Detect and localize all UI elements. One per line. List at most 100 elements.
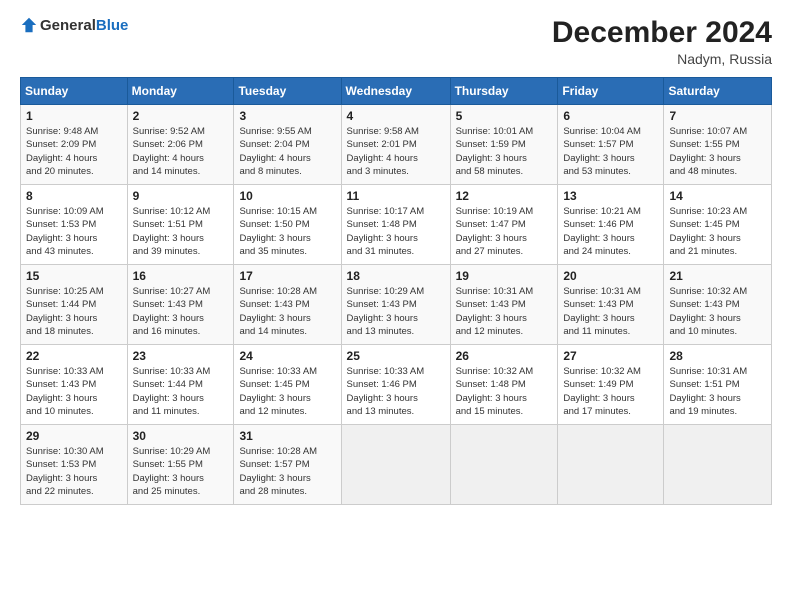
day-info: Sunrise: 10:32 AM Sunset: 1:49 PM Daylig… bbox=[563, 365, 658, 418]
day-info: Sunrise: 10:33 AM Sunset: 1:44 PM Daylig… bbox=[133, 365, 229, 418]
table-row: 30 Sunrise: 10:29 AM Sunset: 1:55 PM Dayl… bbox=[127, 425, 234, 505]
day-number: 6 bbox=[563, 109, 658, 123]
col-sunday: Sunday bbox=[21, 78, 128, 105]
col-saturday: Saturday bbox=[664, 78, 772, 105]
table-row: 26 Sunrise: 10:32 AM Sunset: 1:48 PM Dayl… bbox=[450, 345, 558, 425]
table-row: 3Sunrise: 9:55 AM Sunset: 2:04 PM Daylig… bbox=[234, 105, 341, 185]
table-row: 27 Sunrise: 10:32 AM Sunset: 1:49 PM Dayl… bbox=[558, 345, 664, 425]
table-row: 15 Sunrise: 10:25 AM Sunset: 1:44 PM Dayl… bbox=[21, 265, 128, 345]
table-row: 2 Sunrise: 9:52 AM Sunset: 2:06 PM Daylig… bbox=[127, 105, 234, 185]
day-number: 21 bbox=[669, 269, 766, 283]
day-info: Sunrise: 9:48 AM Sunset: 2:09 PM Dayligh… bbox=[26, 125, 122, 178]
day-number: 31 bbox=[239, 429, 335, 443]
table-row: 24 Sunrise: 10:33 AM Sunset: 1:45 PM Dayl… bbox=[234, 345, 341, 425]
col-friday: Friday bbox=[558, 78, 664, 105]
table-row bbox=[341, 425, 450, 505]
day-number: 7 bbox=[669, 109, 766, 123]
day-number: 23 bbox=[133, 349, 229, 363]
col-wednesday: Wednesday bbox=[341, 78, 450, 105]
table-row bbox=[450, 425, 558, 505]
day-number: 4 bbox=[347, 109, 445, 123]
day-number: 1 bbox=[26, 109, 122, 123]
day-info: Sunrise: 10:33 AM Sunset: 1:43 PM Daylig… bbox=[26, 365, 122, 418]
day-number: 13 bbox=[563, 189, 658, 203]
day-number: 24 bbox=[239, 349, 335, 363]
day-number: 25 bbox=[347, 349, 445, 363]
location-subtitle: Nadym, Russia bbox=[552, 51, 772, 67]
day-info: Sunrise: 10:25 AM Sunset: 1:44 PM Daylig… bbox=[26, 285, 122, 338]
day-info: Sunrise: 10:33 AM Sunset: 1:45 PM Daylig… bbox=[239, 365, 335, 418]
day-info: Sunrise: 10:31 AM Sunset: 1:43 PM Daylig… bbox=[456, 285, 553, 338]
day-number: 14 bbox=[669, 189, 766, 203]
table-row: 12 Sunrise: 10:19 AM Sunset: 1:47 PM Dayl… bbox=[450, 185, 558, 265]
day-info: Sunrise: 10:29 AM Sunset: 1:55 PM Daylig… bbox=[133, 445, 229, 498]
col-tuesday: Tuesday bbox=[234, 78, 341, 105]
calendar-header-row: Sunday Monday Tuesday Wednesday Thursday… bbox=[21, 78, 772, 105]
table-row: 11Sunrise: 10:17 AM Sunset: 1:48 PM Dayl… bbox=[341, 185, 450, 265]
title-block: December 2024 Nadym, Russia bbox=[552, 16, 772, 67]
day-number: 26 bbox=[456, 349, 553, 363]
table-row: 1 Sunrise: 9:48 AM Sunset: 2:09 PM Daylig… bbox=[21, 105, 128, 185]
table-row: 9 Sunrise: 10:12 AM Sunset: 1:51 PM Dayli… bbox=[127, 185, 234, 265]
day-info: Sunrise: 10:01 AM Sunset: 1:59 PM Daylig… bbox=[456, 125, 553, 178]
table-row: 31Sunrise: 10:28 AM Sunset: 1:57 PM Dayl… bbox=[234, 425, 341, 505]
day-info: Sunrise: 10:21 AM Sunset: 1:46 PM Daylig… bbox=[563, 205, 658, 258]
table-row: 20Sunrise: 10:31 AM Sunset: 1:43 PM Dayl… bbox=[558, 265, 664, 345]
day-number: 12 bbox=[456, 189, 553, 203]
day-info: Sunrise: 10:12 AM Sunset: 1:51 PM Daylig… bbox=[133, 205, 229, 258]
day-info: Sunrise: 10:15 AM Sunset: 1:50 PM Daylig… bbox=[239, 205, 335, 258]
logo-icon bbox=[20, 16, 38, 34]
day-number: 22 bbox=[26, 349, 122, 363]
day-number: 9 bbox=[133, 189, 229, 203]
table-row: 8Sunrise: 10:09 AM Sunset: 1:53 PM Dayli… bbox=[21, 185, 128, 265]
day-number: 19 bbox=[456, 269, 553, 283]
table-row bbox=[558, 425, 664, 505]
table-row: 7 Sunrise: 10:07 AM Sunset: 1:55 PM Dayli… bbox=[664, 105, 772, 185]
day-number: 17 bbox=[239, 269, 335, 283]
day-info: Sunrise: 10:30 AM Sunset: 1:53 PM Daylig… bbox=[26, 445, 122, 498]
table-row: 14 Sunrise: 10:23 AM Sunset: 1:45 PM Dayl… bbox=[664, 185, 772, 265]
col-thursday: Thursday bbox=[450, 78, 558, 105]
day-info: Sunrise: 10:27 AM Sunset: 1:43 PM Daylig… bbox=[133, 285, 229, 338]
table-row bbox=[664, 425, 772, 505]
day-number: 28 bbox=[669, 349, 766, 363]
day-number: 29 bbox=[26, 429, 122, 443]
table-row: 10 Sunrise: 10:15 AM Sunset: 1:50 PM Dayl… bbox=[234, 185, 341, 265]
day-number: 3 bbox=[239, 109, 335, 123]
day-info: Sunrise: 10:32 AM Sunset: 1:48 PM Daylig… bbox=[456, 365, 553, 418]
table-row: 4Sunrise: 9:58 AM Sunset: 2:01 PM Daylig… bbox=[341, 105, 450, 185]
table-row: 16 Sunrise: 10:27 AM Sunset: 1:43 PM Dayl… bbox=[127, 265, 234, 345]
day-number: 30 bbox=[133, 429, 229, 443]
logo: GeneralBlue bbox=[20, 16, 128, 34]
table-row: 13 Sunrise: 10:21 AM Sunset: 1:46 PM Dayl… bbox=[558, 185, 664, 265]
day-info: Sunrise: 10:09 AM Sunset: 1:53 PM Daylig… bbox=[26, 205, 122, 258]
day-info: Sunrise: 10:29 AM Sunset: 1:43 PM Daylig… bbox=[347, 285, 445, 338]
day-number: 2 bbox=[133, 109, 229, 123]
table-row: 21 Sunrise: 10:32 AM Sunset: 1:43 PM Dayl… bbox=[664, 265, 772, 345]
table-row: 19 Sunrise: 10:31 AM Sunset: 1:43 PM Dayl… bbox=[450, 265, 558, 345]
logo-blue-text: Blue bbox=[96, 17, 129, 34]
table-row: 28 Sunrise: 10:31 AM Sunset: 1:51 PM Dayl… bbox=[664, 345, 772, 425]
table-row: 29 Sunrise: 10:30 AM Sunset: 1:53 PM Dayl… bbox=[21, 425, 128, 505]
day-number: 27 bbox=[563, 349, 658, 363]
day-info: Sunrise: 10:19 AM Sunset: 1:47 PM Daylig… bbox=[456, 205, 553, 258]
table-row: 17Sunrise: 10:28 AM Sunset: 1:43 PM Dayl… bbox=[234, 265, 341, 345]
table-row: 25Sunrise: 10:33 AM Sunset: 1:46 PM Dayl… bbox=[341, 345, 450, 425]
header: GeneralBlue December 2024 Nadym, Russia bbox=[20, 16, 772, 67]
day-info: Sunrise: 10:31 AM Sunset: 1:51 PM Daylig… bbox=[669, 365, 766, 418]
col-monday: Monday bbox=[127, 78, 234, 105]
day-info: Sunrise: 10:04 AM Sunset: 1:57 PM Daylig… bbox=[563, 125, 658, 178]
table-row: 6 Sunrise: 10:04 AM Sunset: 1:57 PM Dayli… bbox=[558, 105, 664, 185]
calendar-table: Sunday Monday Tuesday Wednesday Thursday… bbox=[20, 77, 772, 505]
day-info: Sunrise: 10:23 AM Sunset: 1:45 PM Daylig… bbox=[669, 205, 766, 258]
day-number: 15 bbox=[26, 269, 122, 283]
day-info: Sunrise: 9:52 AM Sunset: 2:06 PM Dayligh… bbox=[133, 125, 229, 178]
day-info: Sunrise: 10:07 AM Sunset: 1:55 PM Daylig… bbox=[669, 125, 766, 178]
table-row: 5Sunrise: 10:01 AM Sunset: 1:59 PM Dayli… bbox=[450, 105, 558, 185]
day-info: Sunrise: 10:32 AM Sunset: 1:43 PM Daylig… bbox=[669, 285, 766, 338]
day-number: 10 bbox=[239, 189, 335, 203]
day-number: 11 bbox=[347, 189, 445, 203]
day-number: 18 bbox=[347, 269, 445, 283]
day-number: 16 bbox=[133, 269, 229, 283]
day-info: Sunrise: 10:31 AM Sunset: 1:43 PM Daylig… bbox=[563, 285, 658, 338]
